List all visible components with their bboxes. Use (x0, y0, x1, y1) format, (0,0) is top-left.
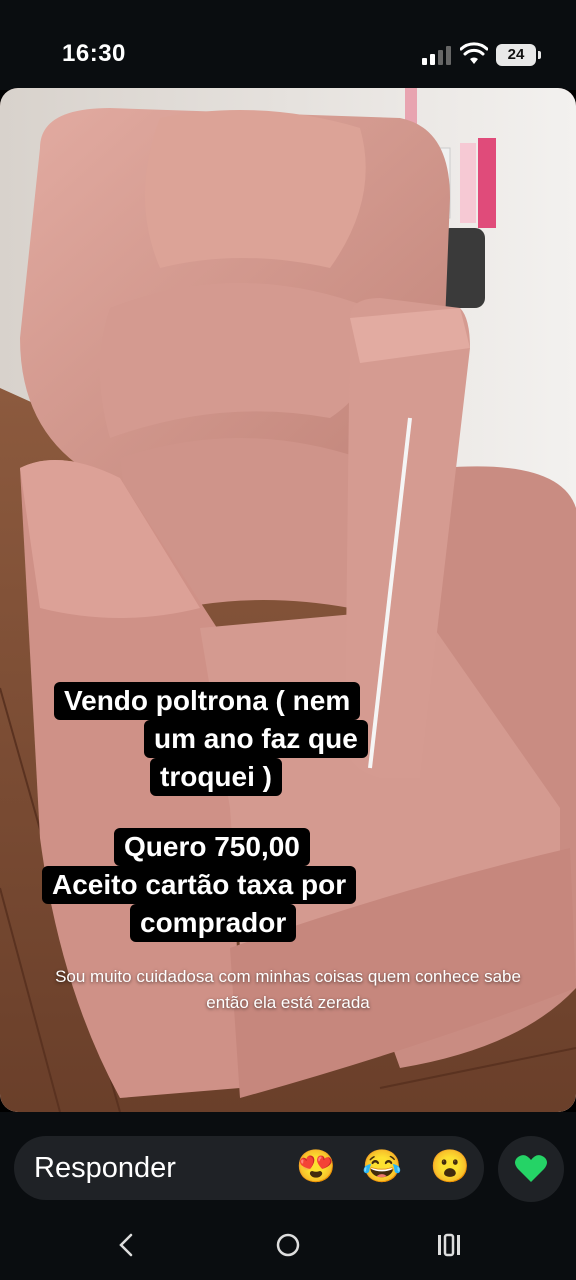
caption-line: troquei ) (150, 758, 282, 796)
heart-eyes-emoji-icon[interactable]: 😍 (296, 1146, 336, 1186)
surprised-emoji-icon[interactable]: 😮 (430, 1146, 470, 1186)
reply-placeholder: Responder (34, 1152, 176, 1184)
like-button[interactable] (498, 1136, 564, 1202)
price-caption-line: Quero 750,00 (114, 828, 310, 866)
story-image[interactable]: Vendo poltrona ( nem um ano faz que troq… (0, 88, 576, 1112)
home-icon[interactable] (273, 1230, 303, 1260)
reply-input[interactable]: Responder (14, 1136, 484, 1200)
caption-line: um ano faz que (144, 720, 368, 758)
recents-icon[interactable] (434, 1230, 464, 1260)
green-heart-icon (515, 1155, 547, 1182)
wifi-icon (460, 42, 488, 64)
status-bar: 16:30 24 (0, 0, 576, 90)
battery-icon: 24 (496, 44, 541, 66)
caption-line: Vendo poltrona ( nem (54, 682, 361, 720)
price-caption-line: comprador (130, 904, 297, 942)
armchair-photo (0, 88, 576, 1112)
back-icon[interactable] (112, 1230, 142, 1260)
price-caption-line: Aceito cartão taxa por (42, 866, 357, 904)
signal-icon (422, 46, 451, 65)
status-time: 16:30 (62, 40, 126, 67)
story-description: Sou muito cuidadosa com minhas coisas qu… (55, 967, 521, 1012)
tears-of-joy-emoji-icon[interactable]: 😂 (362, 1146, 402, 1186)
